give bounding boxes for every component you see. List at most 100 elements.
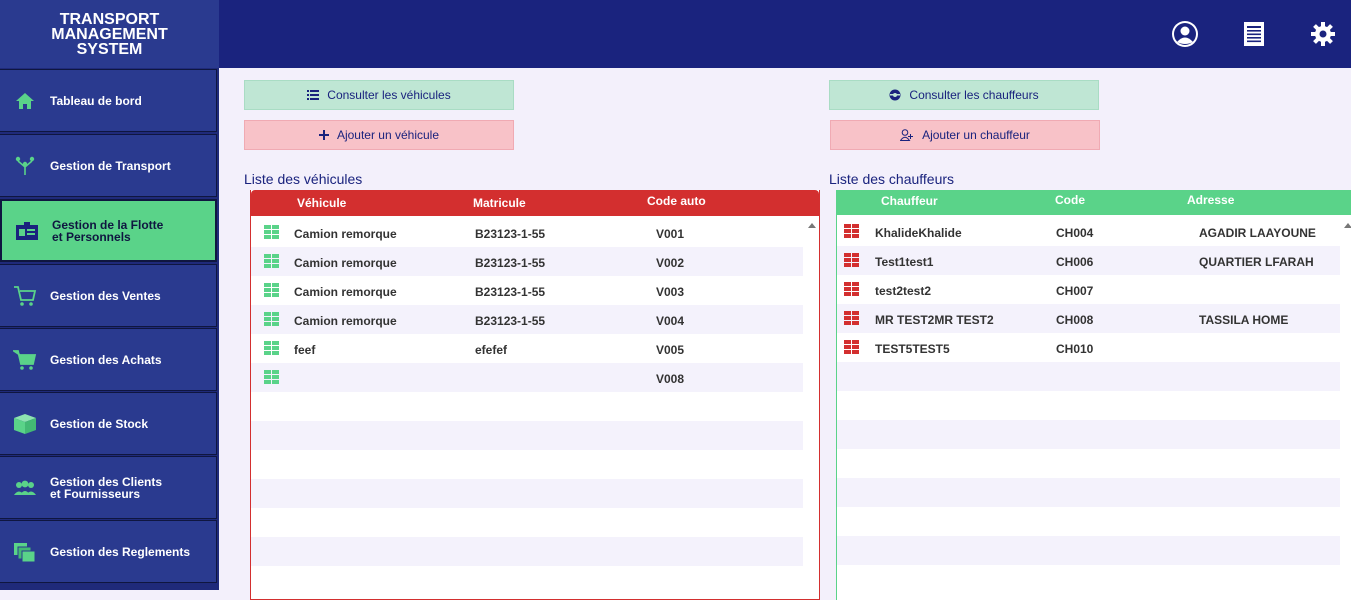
cart-full-icon (0, 349, 50, 371)
drivers-table-body: KhalideKhalide CH004 AGADIR LAAYOUNE Test1t… (837, 217, 1340, 594)
empty-row (837, 391, 1340, 420)
driver-row[interactable]: test2test2 CH007 (837, 275, 1340, 304)
table-cell: Test1test1 (875, 255, 934, 269)
vehicle-row[interactable]: V008 (251, 363, 803, 392)
top-bar (219, 0, 1351, 68)
empty-row (837, 507, 1340, 536)
gear-icon[interactable] (1309, 20, 1337, 48)
empty-row (837, 449, 1340, 478)
empty-row (251, 537, 803, 566)
row-edit-icon[interactable] (264, 370, 279, 384)
column-header-matricule[interactable]: Matricule (473, 196, 526, 210)
column-header-adresse[interactable]: Adresse (1187, 193, 1234, 207)
row-edit-icon[interactable] (264, 283, 279, 297)
driver-row[interactable]: TEST5TEST5 CH010 (837, 333, 1340, 362)
row-edit-icon[interactable] (844, 311, 859, 325)
row-edit-icon[interactable] (844, 340, 859, 354)
vehicles-table-header: Véhicule Matricule Code auto (251, 190, 819, 216)
sidebar-item-label: Gestion des Ventes (50, 288, 161, 303)
sidebar-item-gestion-ventes[interactable]: Gestion des Ventes (0, 264, 217, 327)
table-cell: CH007 (1056, 284, 1094, 298)
sidebar-item-gestion-reglements[interactable]: Gestion des Reglements (0, 520, 217, 583)
vehicle-row[interactable]: Camion remorque B23123-1-55 V003 (251, 276, 803, 305)
row-edit-icon[interactable] (844, 253, 859, 267)
table-cell: efefef (475, 343, 508, 357)
sidebar-item-label: Gestion des Clients (50, 474, 163, 489)
steering-wheel-icon (889, 89, 901, 101)
empty-row (251, 479, 803, 508)
plus-icon (318, 130, 329, 140)
empty-row (837, 362, 1340, 391)
add-vehicle-button[interactable]: Ajouter un véhicule (244, 120, 514, 150)
driver-row[interactable]: KhalideKhalide CH004 AGADIR LAAYOUNE (837, 217, 1340, 246)
app-title-line2: MANAGEMENT (51, 25, 168, 43)
sidebar-item-label: Gestion des Reglements (50, 544, 191, 559)
row-edit-icon[interactable] (264, 254, 279, 268)
row-edit-icon[interactable] (264, 341, 279, 355)
table-cell: MR TEST2MR TEST2 (875, 313, 994, 327)
list-icon (307, 90, 320, 100)
vehicles-table-body: Camion remorque B23123-1-55 V001 Camion rem… (251, 218, 803, 595)
sidebar-item-tableau-de-bord[interactable]: Tableau de bord (0, 69, 217, 132)
empty-row (837, 478, 1340, 507)
table-cell: TASSILA HOME (1199, 313, 1289, 327)
empty-row (837, 420, 1340, 449)
sidebar-item-gestion-stock[interactable]: Gestion de Stock (0, 392, 217, 455)
add-driver-button[interactable]: Ajouter un chauffeur (830, 120, 1100, 150)
drivers-table: Chauffeur Code Adresse KhalideKhalide CH0… (836, 190, 1351, 600)
empty-row (251, 421, 803, 450)
column-header-code[interactable]: Code (1055, 193, 1085, 207)
sidebar-item-gestion-transport[interactable]: Gestion de Transport (0, 134, 217, 197)
vehicle-row[interactable]: feef efefef V005 (251, 334, 803, 363)
id-card-icon (2, 221, 52, 241)
drivers-table-header: Chauffeur Code Adresse (837, 190, 1351, 215)
sidebar-item-label: et Fournisseurs (50, 486, 141, 501)
sidebar-item-gestion-clients[interactable]: Gestion des Clients et Fournisseurs (0, 456, 217, 519)
table-cell: CH008 (1056, 313, 1094, 327)
consult-vehicles-label: Consulter les véhicules (327, 88, 451, 102)
vehicle-row[interactable]: Camion remorque B23123-1-55 V002 (251, 247, 803, 276)
empty-row (251, 566, 803, 595)
table-cell: Camion remorque (294, 256, 397, 270)
table-cell: V008 (656, 372, 685, 386)
report-icon[interactable] (1240, 20, 1268, 48)
home-icon (0, 91, 50, 111)
driver-row[interactable]: Test1test1 CH006 QUARTIER LFARAH (837, 246, 1340, 275)
consult-vehicles-button[interactable]: Consulter les véhicules (244, 80, 514, 110)
box-icon (0, 413, 50, 435)
row-edit-icon[interactable] (264, 225, 279, 239)
column-header-chauffeur[interactable]: Chauffeur (881, 194, 938, 208)
sidebar-item-gestion-achats[interactable]: Gestion des Achats (0, 328, 217, 391)
table-cell: KhalideKhalide (875, 226, 962, 240)
table-cell: feef (294, 343, 316, 357)
sidebar-item-gestion-flotte[interactable]: Gestion de la Flotte et Personnels (0, 199, 217, 262)
sidebar-item-label: Gestion des Achats (50, 352, 162, 367)
table-cell: V001 (656, 227, 685, 241)
scroll-up-arrow[interactable] (808, 223, 816, 228)
table-cell: B23123-1-55 (475, 314, 546, 328)
table-cell: V005 (656, 343, 685, 357)
drivers-list-title: Liste des chauffeurs (829, 171, 955, 187)
scroll-up-arrow[interactable] (1344, 223, 1351, 228)
table-cell: test2test2 (875, 284, 932, 298)
driver-row[interactable]: MR TEST2MR TEST2 CH008 TASSILA HOME (837, 304, 1340, 333)
sidebar-item-label: Gestion de Transport (50, 158, 171, 173)
sidebar-item-label: Gestion de la Flotte (52, 217, 164, 232)
vehicle-row[interactable]: Camion remorque B23123-1-55 V001 (251, 218, 803, 247)
row-edit-icon[interactable] (844, 224, 859, 238)
row-edit-icon[interactable] (844, 282, 859, 296)
empty-row (251, 450, 803, 479)
empty-row (251, 508, 803, 537)
column-header-code-auto[interactable]: Code auto (647, 194, 706, 208)
column-header-vehicule[interactable]: Véhicule (297, 196, 346, 210)
add-user-icon (900, 129, 914, 141)
user-profile-icon[interactable] (1171, 20, 1199, 48)
row-edit-icon[interactable] (264, 312, 279, 326)
network-icon (0, 155, 50, 177)
sidebar: TRANSPORT MANAGEMENT SYSTEM Tableau de b… (0, 0, 219, 590)
table-cell: B23123-1-55 (475, 285, 546, 299)
consult-drivers-button[interactable]: Consulter les chauffeurs (829, 80, 1099, 110)
table-cell: V002 (656, 256, 685, 270)
vehicle-row[interactable]: Camion remorque B23123-1-55 V004 (251, 305, 803, 334)
documents-icon (0, 541, 50, 563)
